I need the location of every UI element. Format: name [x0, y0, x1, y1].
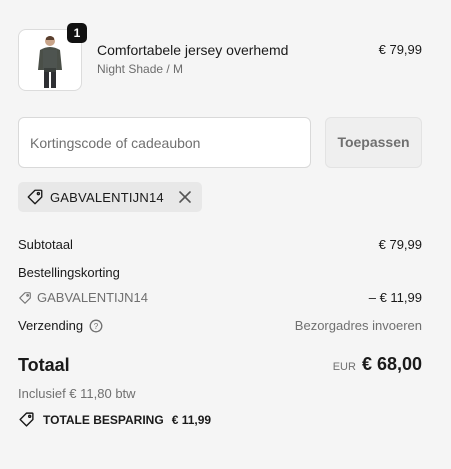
product-price: € 79,99 [378, 42, 422, 57]
applied-discount-code: GABVALENTIJN14 [50, 189, 164, 205]
product-title: Comfortabele jersey overhemd [97, 42, 289, 58]
shipping-value: Bezorgadres invoeren [294, 318, 422, 333]
order-discount-label: Bestellingskorting [18, 265, 120, 280]
product-variant: Night Shade / M [97, 62, 184, 76]
total-savings-label: TOTALE BESPARING [43, 412, 164, 427]
total-value: € 68,00 [361, 354, 422, 374]
discount-code-input[interactable] [18, 117, 311, 168]
subtotal-label: Subtotaal [18, 237, 73, 252]
total-amount-group: EUR € 68,00 [333, 354, 422, 375]
close-icon[interactable] [178, 190, 192, 204]
currency-code: EUR [332, 361, 356, 373]
total-savings-row: TOTALE BESPARING € 11,99 [18, 411, 211, 428]
tax-note: Inclusief € 11,80 btw [18, 386, 136, 401]
product-image [31, 32, 69, 90]
subtotal-value: € 79,99 [378, 237, 422, 252]
tag-icon [26, 188, 44, 206]
tag-icon [18, 411, 35, 428]
discount-amount: – € 11,99 [368, 290, 422, 305]
svg-text:?: ? [94, 322, 99, 331]
discount-code-label: GABVALENTIJN14 [37, 290, 149, 305]
apply-button[interactable]: Toepassen [325, 117, 422, 168]
total-savings-amount: € 11,99 [171, 412, 212, 427]
applied-discount-chip: GABVALENTIJN14 [18, 182, 202, 212]
info-icon[interactable]: ? [89, 319, 103, 333]
quantity-badge: 1 [67, 23, 87, 43]
discount-code-row: GABVALENTIJN14 [18, 290, 148, 305]
shipping-row-label: Verzending ? [18, 318, 103, 333]
tag-icon [18, 291, 32, 305]
total-label: Totaal [18, 355, 70, 375]
shipping-label: Verzending [18, 318, 84, 333]
